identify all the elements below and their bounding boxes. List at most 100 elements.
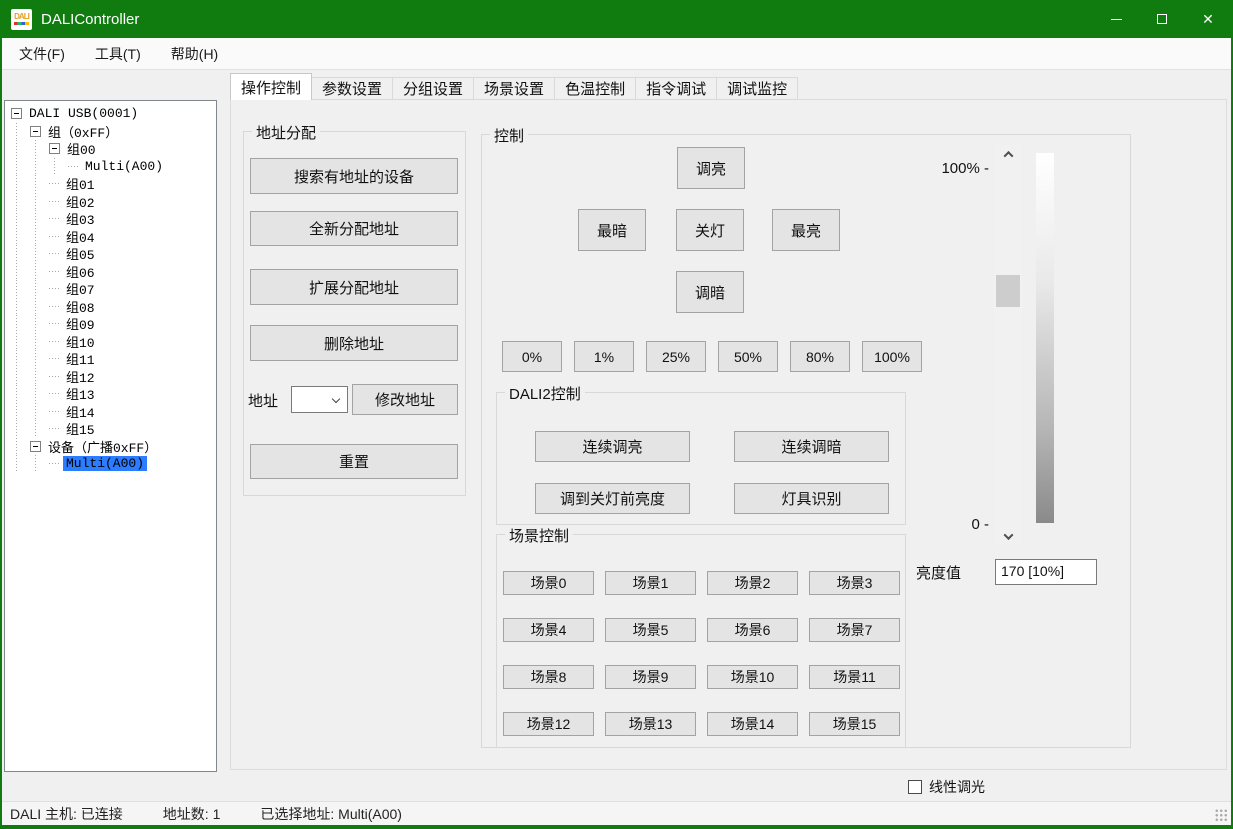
- tree-connector: [49, 420, 63, 438]
- chevron-up-icon: [1003, 150, 1013, 160]
- collapse-icon[interactable]: [49, 143, 60, 154]
- menu-item-help[interactable]: 帮助(H): [156, 38, 233, 69]
- scene-button-2[interactable]: 场景2: [707, 571, 798, 595]
- collapse-icon[interactable]: [11, 108, 22, 119]
- scene-button-3[interactable]: 场景3: [809, 571, 900, 595]
- tree-item[interactable]: 组03: [5, 210, 216, 228]
- control-group-title: 控制: [490, 125, 528, 146]
- tree-guide: [11, 228, 30, 246]
- dali2-buttons: 连续调亮 连续调暗调到关灯前亮度 灯具识别: [535, 431, 889, 514]
- tree-item[interactable]: 设备（广播0xFF）: [5, 438, 216, 456]
- tree-item[interactable]: 组05: [5, 245, 216, 263]
- close-button[interactable]: ✕: [1185, 0, 1231, 38]
- percent-button-1[interactable]: 1%: [574, 341, 634, 372]
- menu-item-tools[interactable]: 工具(T): [80, 38, 156, 69]
- tree-item[interactable]: 组01: [5, 175, 216, 193]
- tree-connector: [49, 193, 63, 211]
- scene-button-9[interactable]: 场景9: [605, 665, 696, 689]
- tree-item[interactable]: 组14: [5, 403, 216, 421]
- tree-item[interactable]: 组02: [5, 193, 216, 211]
- brightness-gradient-bar: [1036, 153, 1054, 523]
- tree-guide: [11, 403, 30, 421]
- linear-dimming-checkbox[interactable]: [908, 780, 922, 794]
- scene-button-10[interactable]: 场景10: [707, 665, 798, 689]
- resize-grip-icon[interactable]: [1215, 809, 1228, 822]
- tab-6[interactable]: 调试监控: [717, 77, 798, 100]
- tree-item[interactable]: 组13: [5, 385, 216, 403]
- tab-2[interactable]: 分组设置: [393, 77, 474, 100]
- tab-1[interactable]: 参数设置: [312, 77, 393, 100]
- scene-button-6[interactable]: 场景6: [707, 618, 798, 642]
- scene-button-4[interactable]: 场景4: [503, 618, 594, 642]
- brighten-button[interactable]: 调亮: [677, 147, 745, 189]
- brightness-scrollbar[interactable]: [994, 145, 1022, 545]
- tree-item[interactable]: 组00: [5, 140, 216, 158]
- min-brightness-button[interactable]: 最暗: [578, 209, 646, 251]
- light-off-button[interactable]: 关灯: [676, 209, 744, 251]
- tree-item-label: 组08: [63, 297, 98, 316]
- tree-item[interactable]: 组06: [5, 263, 216, 281]
- collapse-icon[interactable]: [30, 441, 41, 452]
- tab-3[interactable]: 场景设置: [474, 77, 555, 100]
- scene-button-0[interactable]: 场景0: [503, 571, 594, 595]
- tree-item[interactable]: 组12: [5, 368, 216, 386]
- delete-address-button[interactable]: 删除地址: [250, 325, 458, 361]
- percent-button-0[interactable]: 0%: [502, 341, 562, 372]
- percent-button-100[interactable]: 100%: [862, 341, 922, 372]
- scroll-up-button[interactable]: [994, 145, 1022, 163]
- percent-button-50[interactable]: 50%: [718, 341, 778, 372]
- assign-new-address-button[interactable]: 全新分配地址: [250, 211, 458, 246]
- scene-button-8[interactable]: 场景8: [503, 665, 594, 689]
- tab-0[interactable]: 操作控制: [230, 73, 312, 100]
- tree-item[interactable]: DALI USB(0001): [5, 105, 216, 123]
- tree-item[interactable]: 组07: [5, 280, 216, 298]
- tree-item[interactable]: 组08: [5, 298, 216, 316]
- dali2-button-0[interactable]: 连续调亮: [535, 431, 690, 462]
- percent-button-80[interactable]: 80%: [790, 341, 850, 372]
- scroll-thumb[interactable]: [996, 275, 1020, 307]
- percent-button-25[interactable]: 25%: [646, 341, 706, 372]
- scroll-down-button[interactable]: [994, 527, 1022, 545]
- tree-item-label: 组10: [63, 332, 98, 351]
- dali2-button-1[interactable]: 连续调暗: [734, 431, 889, 462]
- dali2-button-3[interactable]: 灯具识别: [734, 483, 889, 514]
- tree-item[interactable]: 组10: [5, 333, 216, 351]
- scene-button-11[interactable]: 场景11: [809, 665, 900, 689]
- tree-item[interactable]: 组04: [5, 228, 216, 246]
- tab-5[interactable]: 指令调试: [636, 77, 717, 100]
- scene-button-15[interactable]: 场景15: [809, 712, 900, 736]
- tree-guide: [11, 298, 30, 316]
- tree-item[interactable]: 组11: [5, 350, 216, 368]
- tree-item[interactable]: 组15: [5, 420, 216, 438]
- brightness-value-field[interactable]: 170 [10%]: [995, 559, 1097, 585]
- status-bar: DALI 主机: 已连接地址数: 1已选择地址: Multi(A00): [2, 801, 1231, 825]
- menu-item-file[interactable]: 文件(F): [4, 38, 80, 69]
- tree-item-label: 组09: [63, 314, 98, 333]
- assign-extended-address-button[interactable]: 扩展分配地址: [250, 269, 458, 305]
- tree-item[interactable]: 组09: [5, 315, 216, 333]
- modify-address-button[interactable]: 修改地址: [352, 384, 458, 415]
- address-group: 地址分配 搜索有地址的设备 全新分配地址 扩展分配地址 删除地址 地址 修改地址…: [243, 131, 466, 496]
- scene-button-12[interactable]: 场景12: [503, 712, 594, 736]
- tree-item-label: 组00: [64, 139, 99, 158]
- tree-guide: [30, 245, 49, 263]
- collapse-icon[interactable]: [30, 126, 41, 137]
- tree-item[interactable]: Multi(A00): [5, 158, 216, 176]
- scene-button-1[interactable]: 场景1: [605, 571, 696, 595]
- scene-button-7[interactable]: 场景7: [809, 618, 900, 642]
- tree-item[interactable]: Multi(A00): [5, 455, 216, 473]
- dali2-button-2[interactable]: 调到关灯前亮度: [535, 483, 690, 514]
- scene-button-13[interactable]: 场景13: [605, 712, 696, 736]
- scene-button-5[interactable]: 场景5: [605, 618, 696, 642]
- max-brightness-button[interactable]: 最亮: [772, 209, 840, 251]
- tab-4[interactable]: 色温控制: [555, 77, 636, 100]
- scene-button-14[interactable]: 场景14: [707, 712, 798, 736]
- search-addressed-devices-button[interactable]: 搜索有地址的设备: [250, 158, 458, 194]
- maximize-button[interactable]: [1139, 0, 1185, 38]
- minimize-button[interactable]: [1093, 0, 1139, 38]
- tree-item[interactable]: 组（0xFF）: [5, 123, 216, 141]
- address-combo[interactable]: [291, 386, 348, 413]
- tree-guide: [30, 140, 49, 158]
- dim-button[interactable]: 调暗: [676, 271, 744, 313]
- reset-button[interactable]: 重置: [250, 444, 458, 479]
